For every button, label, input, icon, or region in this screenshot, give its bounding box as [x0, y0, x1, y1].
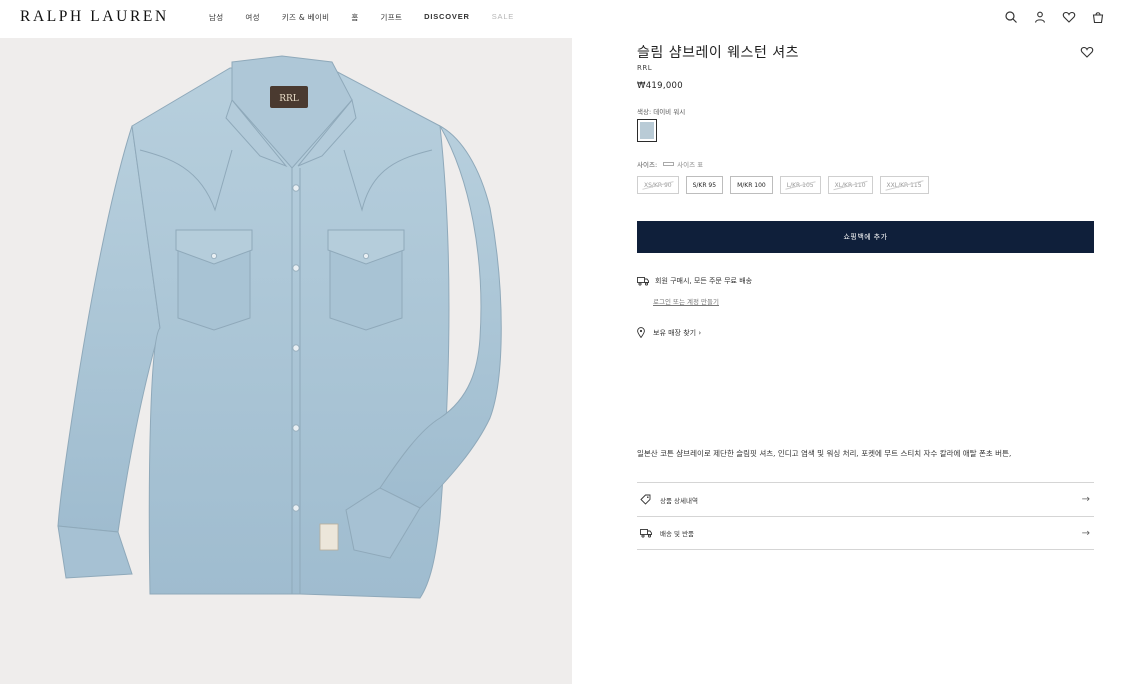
header-icons	[1004, 9, 1105, 24]
add-to-cart-button[interactable]: 쇼핑백에 추가	[637, 221, 1094, 253]
color-label: 색상: 데이비 워시	[637, 108, 686, 116]
nav-item-sale[interactable]: SALE	[492, 12, 514, 23]
product-image[interactable]: RRL	[0, 38, 572, 684]
size-option-xxl[interactable]: XXL/KR 115	[879, 176, 929, 194]
product-brand: RRL	[637, 64, 653, 72]
nav-item-kids[interactable]: 키즈 & 베이비	[282, 12, 330, 23]
swatch-fill	[640, 122, 654, 139]
size-option-s[interactable]: S/KR 95	[685, 176, 724, 194]
nav-item-men[interactable]: 남성	[209, 12, 223, 23]
size-option-l[interactable]: L/KR 105	[779, 176, 821, 194]
find-store-text: 보유 매장 찾기 ›	[653, 328, 702, 337]
login-link[interactable]: 로그인 또는 계정 만들기	[653, 296, 719, 306]
nav-item-gifts[interactable]: 기프트	[381, 12, 403, 23]
size-row: 사이즈: 사이즈 표	[637, 159, 703, 169]
product-description: 일본산 코튼 샴브레이로 제단한 슬림핏 셔츠, 인디고 염색 및 워싱 처리,…	[637, 449, 1012, 458]
shipping-text: 회원 구매시, 모든 주문 무료 배송	[655, 277, 753, 285]
size-guide-link[interactable]: 사이즈 표	[663, 159, 703, 169]
shipping-info: 회원 구매시, 모든 주문 무료 배송	[637, 276, 752, 286]
ruler-icon	[663, 162, 675, 166]
size-option-xl[interactable]: XL/KR 110	[827, 176, 873, 194]
size-option-m[interactable]: M/KR 100	[730, 176, 773, 194]
accordion-shipping-returns[interactable]: 배송 및 반품 →	[637, 516, 1094, 550]
site-header: RALPH LAUREN 남성 여성 키즈 & 베이비 홈 기프트 DISCOV…	[0, 0, 1125, 38]
accordion-product-details[interactable]: 상품 상세내역 →	[637, 482, 1094, 516]
shirt-illustration: RRL	[57, 55, 502, 599]
tag-icon	[640, 494, 652, 506]
nav-item-home[interactable]: 홈	[351, 12, 358, 23]
accordion-label-details: 상품 상세내역	[660, 496, 698, 505]
arrow-right-icon: →	[1081, 494, 1090, 505]
main-nav: 남성 여성 키즈 & 베이비 홈 기프트 DISCOVER SALE	[209, 12, 536, 23]
size-option-xs[interactable]: XS/KR 90	[637, 176, 679, 194]
nav-item-women[interactable]: 여성	[245, 12, 259, 23]
truck-icon	[637, 277, 649, 286]
heart-icon[interactable]	[1080, 44, 1094, 58]
search-icon[interactable]	[1004, 9, 1018, 23]
find-store-link[interactable]: 보유 매장 찾기 ›	[637, 327, 701, 338]
wishlist-icon[interactable]	[1062, 9, 1076, 23]
accordion-label-shipping: 배송 및 반품	[660, 530, 695, 538]
size-guide-label: 사이즈 표	[677, 161, 704, 169]
cart-icon[interactable]	[1091, 9, 1105, 24]
arrow-right-icon: →	[1081, 528, 1090, 539]
nav-item-discover[interactable]: DISCOVER	[424, 12, 470, 23]
location-pin-icon	[637, 327, 645, 338]
account-icon[interactable]	[1033, 9, 1047, 23]
product-title: 슬림 샴브레이 웨스턴 셔츠	[637, 45, 800, 61]
size-options: XS/KR 90 S/KR 95 M/KR 100 L/KR 105 XL/KR…	[637, 176, 929, 194]
truck-icon	[640, 527, 652, 539]
product-price: ₩419,000	[637, 81, 683, 91]
svg-text:RRL: RRL	[279, 94, 299, 104]
size-label: 사이즈:	[637, 161, 658, 169]
color-swatch[interactable]	[637, 119, 657, 142]
brand-logo[interactable]: RALPH LAUREN	[20, 8, 169, 26]
